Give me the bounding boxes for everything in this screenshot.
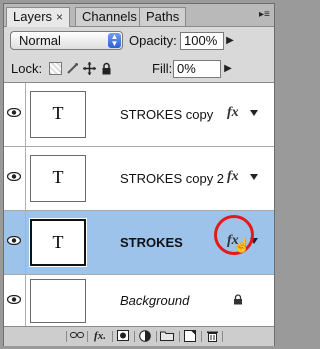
fx-icon[interactable]: fx (227, 105, 239, 121)
fx-icon[interactable]: fx. (90, 330, 110, 342)
layer-name[interactable]: STROKES copy (120, 107, 213, 122)
divider (222, 331, 223, 342)
layer-thumbnail[interactable]: T (29, 218, 87, 267)
type-layer-glyph: T (52, 103, 64, 123)
lock-image-pixels-icon[interactable] (66, 62, 79, 75)
visibility-toggle[interactable] (4, 211, 26, 274)
hand-cursor-icon: ☝ (233, 237, 251, 253)
layer-thumbnail[interactable] (30, 279, 86, 323)
divider (87, 331, 88, 342)
layer-row-background[interactable]: Background (4, 275, 274, 327)
panel-tab-bar: Layers × Channels Paths ▸≡ (4, 4, 274, 27)
layer-name[interactable]: STROKES (120, 235, 183, 250)
layer-name[interactable]: Background (120, 293, 189, 308)
type-layer-glyph: T (52, 167, 64, 187)
divider (134, 331, 135, 342)
tab-layers-label: Layers (13, 9, 53, 24)
link-icon[interactable] (70, 330, 84, 342)
lock-position-icon[interactable] (83, 62, 96, 75)
lock-label: Lock: (11, 61, 43, 76)
opacity-label: Opacity: (129, 33, 177, 48)
fx-icon[interactable]: fx (227, 169, 239, 185)
new-layer-icon[interactable] (183, 330, 197, 342)
layer-thumbnail[interactable]: T (30, 91, 86, 138)
eye-icon (7, 236, 21, 245)
layers-list: T STROKES copy fx T STROKES copy 2 fx T (4, 82, 274, 327)
close-icon[interactable]: × (56, 8, 63, 26)
blend-mode-value: Normal (19, 33, 61, 48)
eye-icon (7, 108, 21, 117)
layer-thumbnail[interactable]: T (30, 155, 86, 202)
layer-name[interactable]: STROKES copy 2 (120, 171, 224, 186)
adjustment-icon[interactable] (138, 330, 152, 342)
type-layer-glyph: T (52, 232, 64, 252)
eye-icon (7, 172, 21, 181)
layers-toolbar: fx. (4, 326, 274, 346)
tab-channels-label: Channels (82, 9, 137, 24)
divider (156, 331, 157, 342)
select-arrows-icon: ▲ ▼ (108, 33, 121, 48)
visibility-toggle[interactable] (4, 275, 26, 327)
tab-paths-label: Paths (146, 9, 180, 24)
lock-icon (233, 292, 243, 310)
opacity-slider-arrow-icon[interactable]: ▶ (225, 32, 235, 50)
expand-effects-icon[interactable] (250, 174, 258, 180)
tab-channels[interactable]: Channels (75, 7, 144, 26)
divider (66, 331, 67, 342)
trash-icon[interactable] (205, 330, 219, 342)
visibility-toggle[interactable] (4, 83, 26, 146)
layer-row-strokes-copy-2[interactable]: T STROKES copy 2 fx (4, 147, 274, 211)
layer-row-strokes-copy[interactable]: T STROKES copy fx (4, 83, 274, 147)
expand-effects-icon[interactable] (250, 110, 258, 116)
tab-layers[interactable]: Layers × (6, 7, 71, 27)
divider (112, 331, 113, 342)
fill-field[interactable]: 0% (173, 60, 221, 78)
opacity-field[interactable]: 100% (180, 32, 224, 50)
fill-slider-arrow-icon[interactable]: ▶ (223, 60, 233, 78)
divider (201, 331, 202, 342)
lock-all-icon[interactable] (100, 62, 113, 75)
lock-transparency-icon[interactable] (49, 62, 62, 75)
layer-row-strokes[interactable]: T STROKES fx ☝ (4, 211, 274, 275)
eye-icon (7, 295, 21, 304)
mask-icon[interactable] (116, 330, 130, 342)
group-folder-icon[interactable] (160, 330, 174, 342)
visibility-toggle[interactable] (4, 147, 26, 210)
fill-label: Fill: (152, 61, 173, 76)
divider (179, 331, 180, 342)
tab-paths[interactable]: Paths (139, 7, 187, 26)
layers-panel: Layers × Channels Paths ▸≡ Normal ▲ ▼ Opac… (3, 3, 275, 346)
blend-mode-select[interactable]: Normal ▲ ▼ (10, 31, 123, 50)
panel-menu-icon[interactable]: ▸≡ (259, 6, 270, 24)
